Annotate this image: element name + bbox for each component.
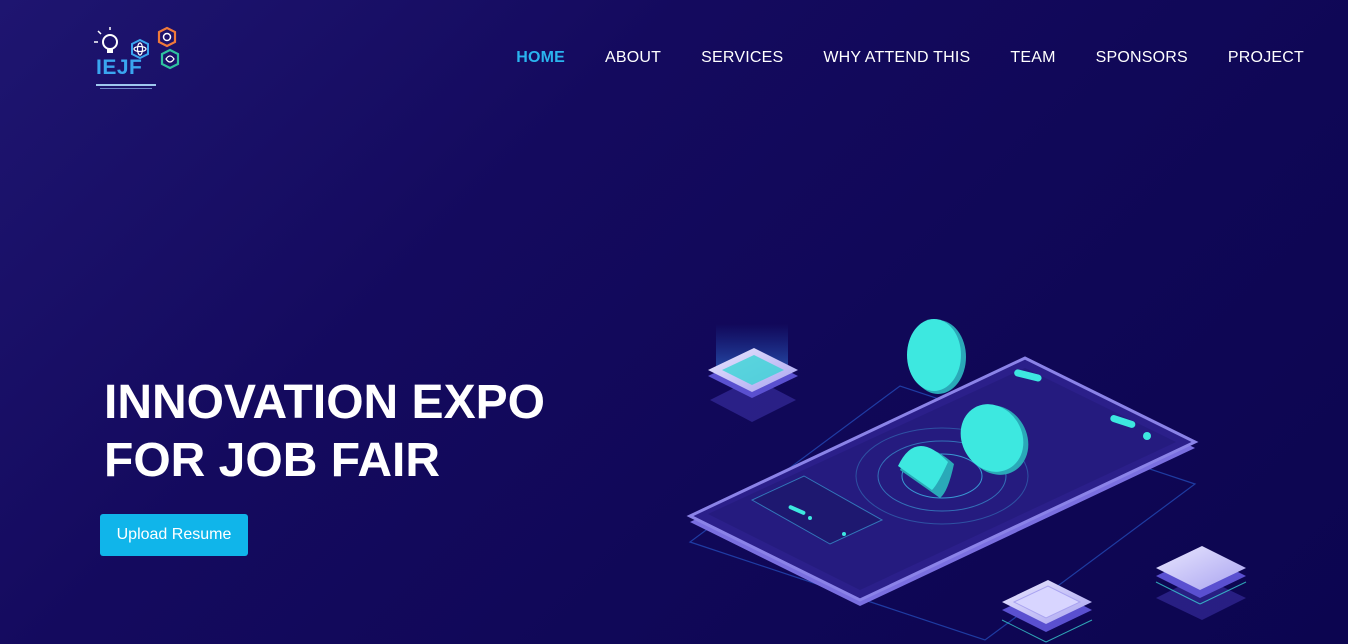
- nav-services[interactable]: SERVICES: [701, 48, 783, 68]
- site-logo[interactable]: IEJF: [88, 26, 188, 94]
- gear-icon: [157, 26, 177, 48]
- nav-why-attend[interactable]: WHY ATTEND THIS: [823, 48, 970, 68]
- main-nav: HOME ABOUT SERVICES WHY ATTEND THIS TEAM…: [476, 48, 1304, 68]
- cube-bottom-center: [1001, 580, 1093, 643]
- brain-icon: [160, 48, 180, 70]
- lightbulb-icon: [94, 27, 118, 53]
- nav-home[interactable]: HOME: [516, 48, 565, 68]
- top-navbar: IEJF HOME ABOUT SERVICES WHY ATTEND THIS…: [0, 0, 1348, 116]
- coin-1: [907, 319, 966, 394]
- nav-project[interactable]: PROJECT: [1228, 48, 1304, 68]
- nav-about[interactable]: ABOUT: [605, 48, 661, 68]
- hero-title-line2: FOR JOB FAIR: [104, 434, 441, 487]
- hero-title-line1: INNOVATION EXPO: [104, 376, 545, 429]
- nav-team[interactable]: TEAM: [1010, 48, 1055, 68]
- hero-title: INNOVATION EXPO FOR JOB FAIR: [104, 374, 624, 490]
- cube-top-left: [708, 324, 798, 422]
- logo-text: IEJF: [96, 56, 143, 79]
- nav-sponsors[interactable]: SPONSORS: [1096, 48, 1188, 68]
- cube-bottom-right: [1155, 546, 1247, 620]
- upload-resume-button[interactable]: Upload Resume: [100, 514, 248, 556]
- phone-illustration: [686, 319, 1247, 643]
